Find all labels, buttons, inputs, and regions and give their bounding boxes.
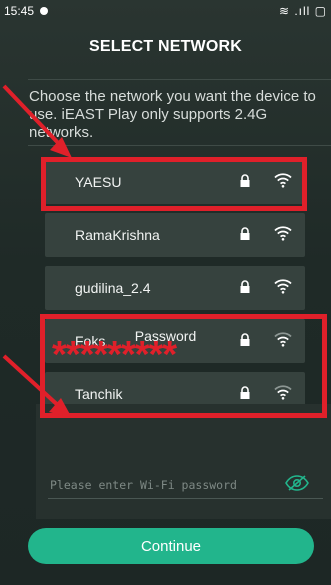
annotation-arrows <box>2 84 72 418</box>
arrow-to-network-icon <box>2 84 72 158</box>
arrow-to-password-icon <box>2 354 72 418</box>
